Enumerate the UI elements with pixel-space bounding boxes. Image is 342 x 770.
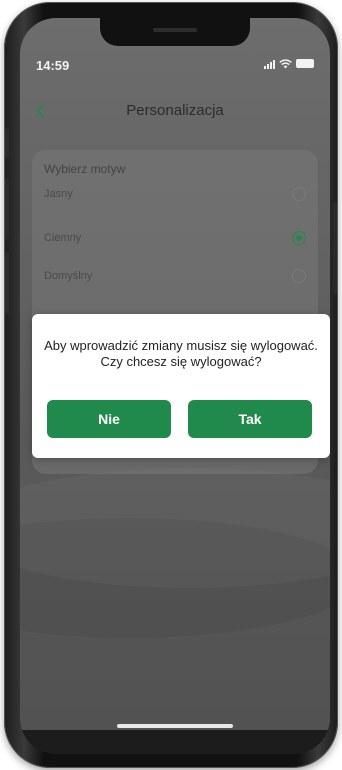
radio-icon[interactable] bbox=[292, 187, 306, 201]
home-indicator[interactable] bbox=[117, 724, 233, 728]
speaker bbox=[153, 28, 197, 32]
volume-down-button bbox=[5, 252, 9, 314]
phone-frame: 14:59 Personalizacja Wybierz motyw Jasny… bbox=[4, 2, 338, 768]
logout-dialog: Aby wprowadzić zmiany musisz się wylogow… bbox=[32, 314, 330, 458]
theme-option-domyslny[interactable]: Domyślny bbox=[32, 262, 318, 292]
theme-option-jasny[interactable]: Jasny bbox=[32, 180, 318, 210]
notch bbox=[100, 18, 250, 46]
battery-icon bbox=[296, 59, 314, 68]
header: Personalizacja bbox=[20, 96, 330, 126]
status-bar: 14:59 bbox=[20, 54, 330, 76]
theme-option-label: Jasny bbox=[44, 188, 73, 200]
power-button bbox=[333, 202, 337, 294]
radio-selected-icon[interactable] bbox=[292, 231, 306, 245]
theme-option-label: Domyślny bbox=[44, 270, 93, 282]
theme-option-label: Ciemny bbox=[44, 232, 82, 244]
radio-icon[interactable] bbox=[292, 269, 306, 283]
mute-switch bbox=[5, 128, 9, 158]
app-background: 14:59 Personalizacja Wybierz motyw Jasny… bbox=[20, 18, 330, 730]
yes-button[interactable]: Tak bbox=[188, 400, 312, 438]
status-icons bbox=[264, 59, 314, 69]
dialog-message: Aby wprowadzić zmiany musisz się wylogow… bbox=[44, 338, 318, 369]
theme-heading: Wybierz motyw bbox=[44, 162, 126, 176]
wifi-icon bbox=[279, 59, 292, 69]
background-wave bbox=[20, 518, 330, 638]
volume-up-button bbox=[5, 178, 9, 240]
screen: 14:59 Personalizacja Wybierz motyw Jasny… bbox=[20, 18, 330, 754]
page-title: Personalizacja bbox=[126, 102, 224, 119]
signal-icon bbox=[264, 59, 275, 69]
no-button[interactable]: Nie bbox=[47, 400, 171, 438]
theme-option-ciemny[interactable]: Ciemny bbox=[32, 224, 318, 254]
status-time: 14:59 bbox=[36, 58, 70, 73]
